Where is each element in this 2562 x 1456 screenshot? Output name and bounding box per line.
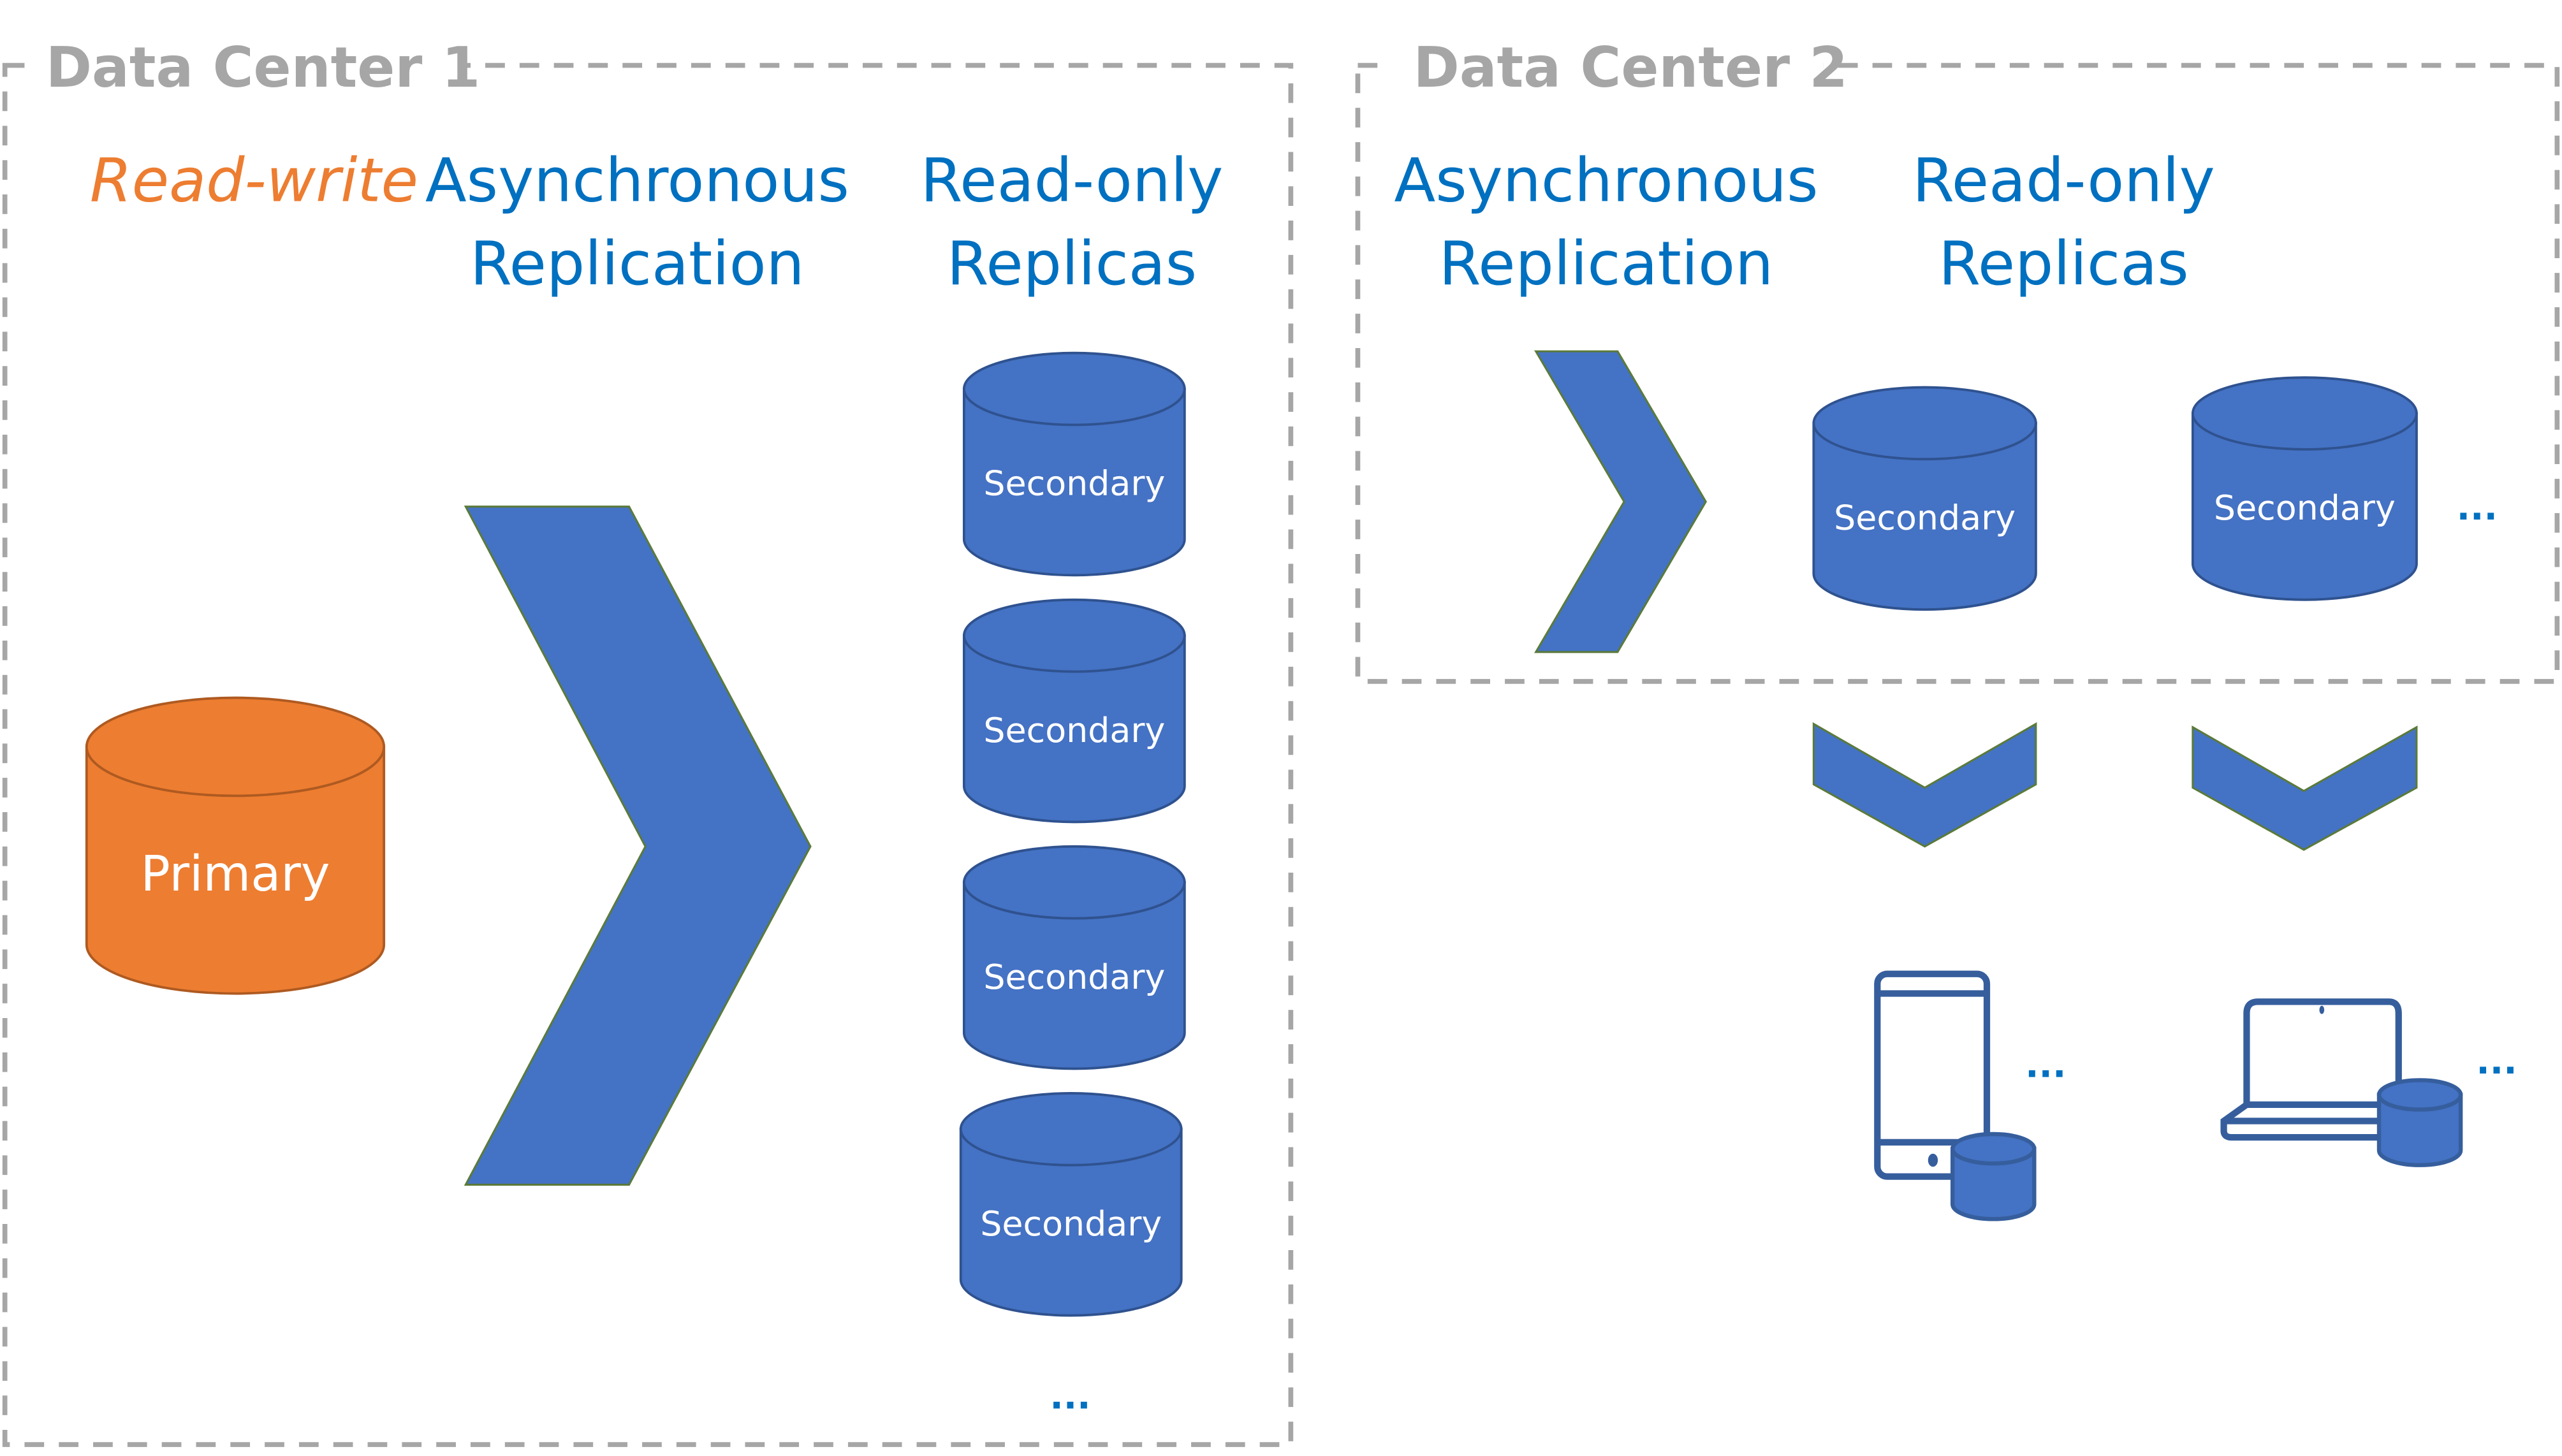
diagram: Data Center 1 Read-write Asynchronous Re… [2, 33, 2560, 1447]
read-only-replicas-label-line1: Read-only [921, 145, 1224, 215]
dc2-read-only-replicas-label-line2: Replicas [1938, 229, 2188, 299]
data-center-2-title: Data Center 2 [1414, 35, 1848, 100]
down-arrow-icon [2192, 725, 2418, 851]
secondary-label: Secondary [1834, 498, 2016, 538]
laptop-more-ellipsis: ... [2476, 1041, 2517, 1082]
secondary-label: Secondary [2214, 488, 2396, 528]
secondary-label: Secondary [983, 463, 1165, 504]
secondary-database: Secondary [1812, 386, 2037, 611]
primary-label: Primary [140, 846, 330, 903]
read-write-label: Read-write [90, 145, 418, 215]
laptop-with-database-icon [2220, 998, 2463, 1167]
data-center-1: Data Center 1 Read-write Asynchronous Re… [2, 33, 1294, 1447]
secondary-label: Secondary [980, 1204, 1162, 1244]
secondary-database: Secondary [962, 845, 1186, 1070]
secondary-database: Secondary [962, 598, 1186, 824]
data-center-2: Data Center 2 Asynchronous Replication R… [1355, 33, 2560, 684]
dc2-read-only-replicas-label-line1: Read-only [1912, 145, 2215, 215]
phone-more-ellipsis: ... [2025, 1044, 2066, 1086]
dc2-async-replication-label-line2: Replication [1439, 229, 1774, 299]
async-replication-label-line2: Replication [470, 229, 805, 299]
dc2-replication-arrow-icon [1534, 350, 1708, 653]
dc2-async-replication-label-line1: Asynchronous [1394, 145, 1818, 215]
secondary-database: Secondary [962, 351, 1186, 577]
secondary-database: Secondary [959, 1091, 1183, 1317]
async-replication-label-line1: Asynchronous [425, 145, 849, 215]
data-center-1-title: Data Center 1 [46, 35, 480, 100]
secondary-label: Secondary [983, 957, 1165, 997]
more-replicas-ellipsis: ... [1050, 1376, 1090, 1418]
primary-database: Primary [85, 696, 386, 995]
mobile-phone-with-database-icon [1874, 970, 2037, 1221]
replication-arrow-icon [464, 506, 812, 1186]
dc2-more-replicas-ellipsis: ... [2457, 487, 2498, 528]
down-arrow-icon [1812, 722, 2037, 848]
secondary-database: Secondary [2191, 376, 2418, 601]
read-only-replicas-label-line2: Replicas [947, 229, 1197, 299]
secondary-label: Secondary [983, 710, 1165, 750]
